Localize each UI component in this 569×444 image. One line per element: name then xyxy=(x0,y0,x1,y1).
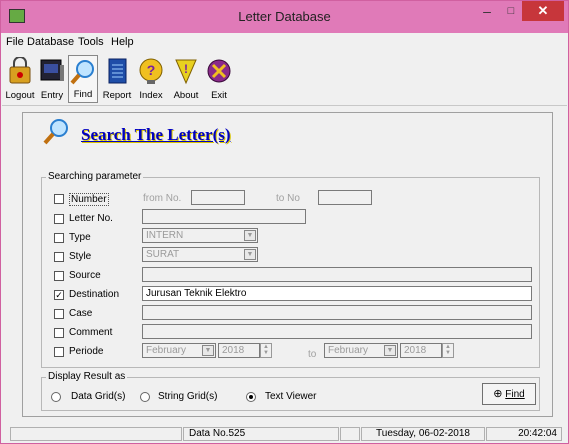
status-bar: Data No.525 Tuesday, 06-02-2018 20:42:04 xyxy=(2,426,567,442)
title-bar: Letter Database – □ ✕ xyxy=(1,1,568,33)
close-button[interactable]: ✕ xyxy=(522,1,564,21)
from-year-spinner[interactable]: ▲ ▼ xyxy=(260,343,272,358)
logout-button[interactable]: Logout xyxy=(4,55,36,103)
group-label: Display Result as xyxy=(46,371,128,382)
destination-label: Destination xyxy=(69,289,120,300)
logout-icon xyxy=(9,57,31,84)
find-button[interactable]: ⊕ Find xyxy=(482,383,536,405)
toolbar-label: Index xyxy=(139,90,163,101)
string-grid-radio[interactable] xyxy=(140,392,150,402)
periode-from-year-input[interactable]: 2018 xyxy=(218,343,260,358)
type-value: INTERN xyxy=(146,230,184,241)
type-checkbox[interactable] xyxy=(54,233,64,243)
status-cell-empty xyxy=(10,427,182,441)
case-input[interactable] xyxy=(142,305,532,320)
comment-input[interactable] xyxy=(142,324,532,339)
toolbar-label: About xyxy=(173,90,199,101)
search-icon: ⊕ xyxy=(493,388,503,400)
style-select[interactable]: SURAT ▼ xyxy=(142,247,258,262)
group-label: Searching parameter xyxy=(46,171,144,182)
find-toolbar-button[interactable]: Find xyxy=(68,55,98,103)
svg-text:!: ! xyxy=(184,62,188,76)
periode-to-month-select[interactable]: February ▼ xyxy=(324,343,398,358)
status-cell-empty-2 xyxy=(340,427,360,441)
toolbar: Logout Entry Find Report ? Index ! About… xyxy=(2,53,567,106)
chevron-down-icon: ▼ xyxy=(244,230,256,241)
toolbar-label: Entry xyxy=(40,90,64,101)
help-question-icon: ? xyxy=(139,58,163,84)
entry-icon xyxy=(40,59,64,81)
menu-tools[interactable]: Tools xyxy=(78,36,104,48)
periode-from-month-select[interactable]: February ▼ xyxy=(142,343,216,358)
text-viewer-label: Text Viewer xyxy=(265,391,317,402)
find-button-label: Find xyxy=(505,389,525,400)
exit-button[interactable]: Exit xyxy=(205,55,233,103)
style-label: Style xyxy=(69,251,92,262)
periode-label: Periode xyxy=(69,346,104,357)
exclamation-icon: ! xyxy=(175,59,197,85)
comment-checkbox[interactable] xyxy=(54,328,64,338)
data-grid-label: Data Grid(s) xyxy=(71,391,126,402)
string-grid-label: String Grid(s) xyxy=(158,391,218,402)
chevron-down-icon: ▼ xyxy=(384,345,396,356)
menu-bar: File Database Tools Help xyxy=(2,33,567,51)
case-label: Case xyxy=(69,308,93,319)
page-title: Search The Letter(s) xyxy=(81,125,231,144)
comment-label: Comment xyxy=(69,327,113,338)
number-checkbox[interactable] xyxy=(54,194,64,204)
app-window: Letter Database – □ ✕ File Database Tool… xyxy=(0,0,569,444)
source-checkbox[interactable] xyxy=(54,271,64,281)
type-label: Type xyxy=(69,232,91,243)
magnifier-icon xyxy=(70,60,94,85)
menu-file[interactable]: File xyxy=(6,36,24,48)
toolbar-label: Find xyxy=(73,89,93,100)
to-month-value: February xyxy=(328,345,369,356)
chevron-down-icon: ▼ xyxy=(202,345,214,356)
text-viewer-radio[interactable] xyxy=(246,392,256,402)
letter-no-input[interactable] xyxy=(142,209,306,224)
report-icon xyxy=(108,58,127,84)
entry-button[interactable]: Entry xyxy=(38,55,66,103)
periode-to-year-input[interactable]: 2018 xyxy=(400,343,442,358)
toolbar-label: Report xyxy=(102,90,132,101)
about-button[interactable]: ! About xyxy=(170,55,202,103)
maximize-button[interactable]: □ xyxy=(497,1,525,21)
to-no-label: to No xyxy=(276,193,300,204)
index-button[interactable]: ? Index xyxy=(135,55,167,103)
type-select[interactable]: INTERN ▼ xyxy=(142,228,258,243)
periode-to-label: to xyxy=(308,349,317,360)
search-magnifier-icon xyxy=(43,119,68,145)
menu-database[interactable]: Database xyxy=(27,36,74,48)
from-month-value: February xyxy=(146,345,187,356)
status-date: Tuesday, 06-02-2018 xyxy=(361,427,485,441)
toolbar-label: Logout xyxy=(5,90,35,101)
source-label: Source xyxy=(69,270,101,281)
destination-checkbox[interactable]: ✓ xyxy=(54,290,64,300)
svg-text:?: ? xyxy=(147,62,156,78)
chevron-down-icon: ▼ xyxy=(244,249,256,260)
toolbar-label: Exit xyxy=(211,90,227,101)
style-checkbox[interactable] xyxy=(54,252,64,262)
letter-no-label: Letter No. xyxy=(69,213,113,224)
to-year-spinner[interactable]: ▲ ▼ xyxy=(442,343,454,358)
to-no-input[interactable] xyxy=(318,190,372,205)
data-grid-radio[interactable] xyxy=(51,392,61,402)
number-label: Number xyxy=(69,193,109,206)
case-checkbox[interactable] xyxy=(54,309,64,319)
status-data-no: Data No.525 xyxy=(183,427,339,441)
source-input[interactable] xyxy=(142,267,532,282)
destination-input[interactable]: Jurusan Teknik Elektro xyxy=(142,286,532,301)
menu-help[interactable]: Help xyxy=(111,36,134,48)
exit-icon xyxy=(207,59,231,83)
from-no-label: from No. xyxy=(143,193,182,204)
status-time: 20:42:04 xyxy=(486,427,562,441)
style-value: SURAT xyxy=(146,249,180,260)
from-no-input[interactable] xyxy=(191,190,245,205)
report-button[interactable]: Report xyxy=(101,55,133,103)
letter-no-checkbox[interactable] xyxy=(54,214,64,224)
periode-checkbox[interactable] xyxy=(54,347,64,357)
